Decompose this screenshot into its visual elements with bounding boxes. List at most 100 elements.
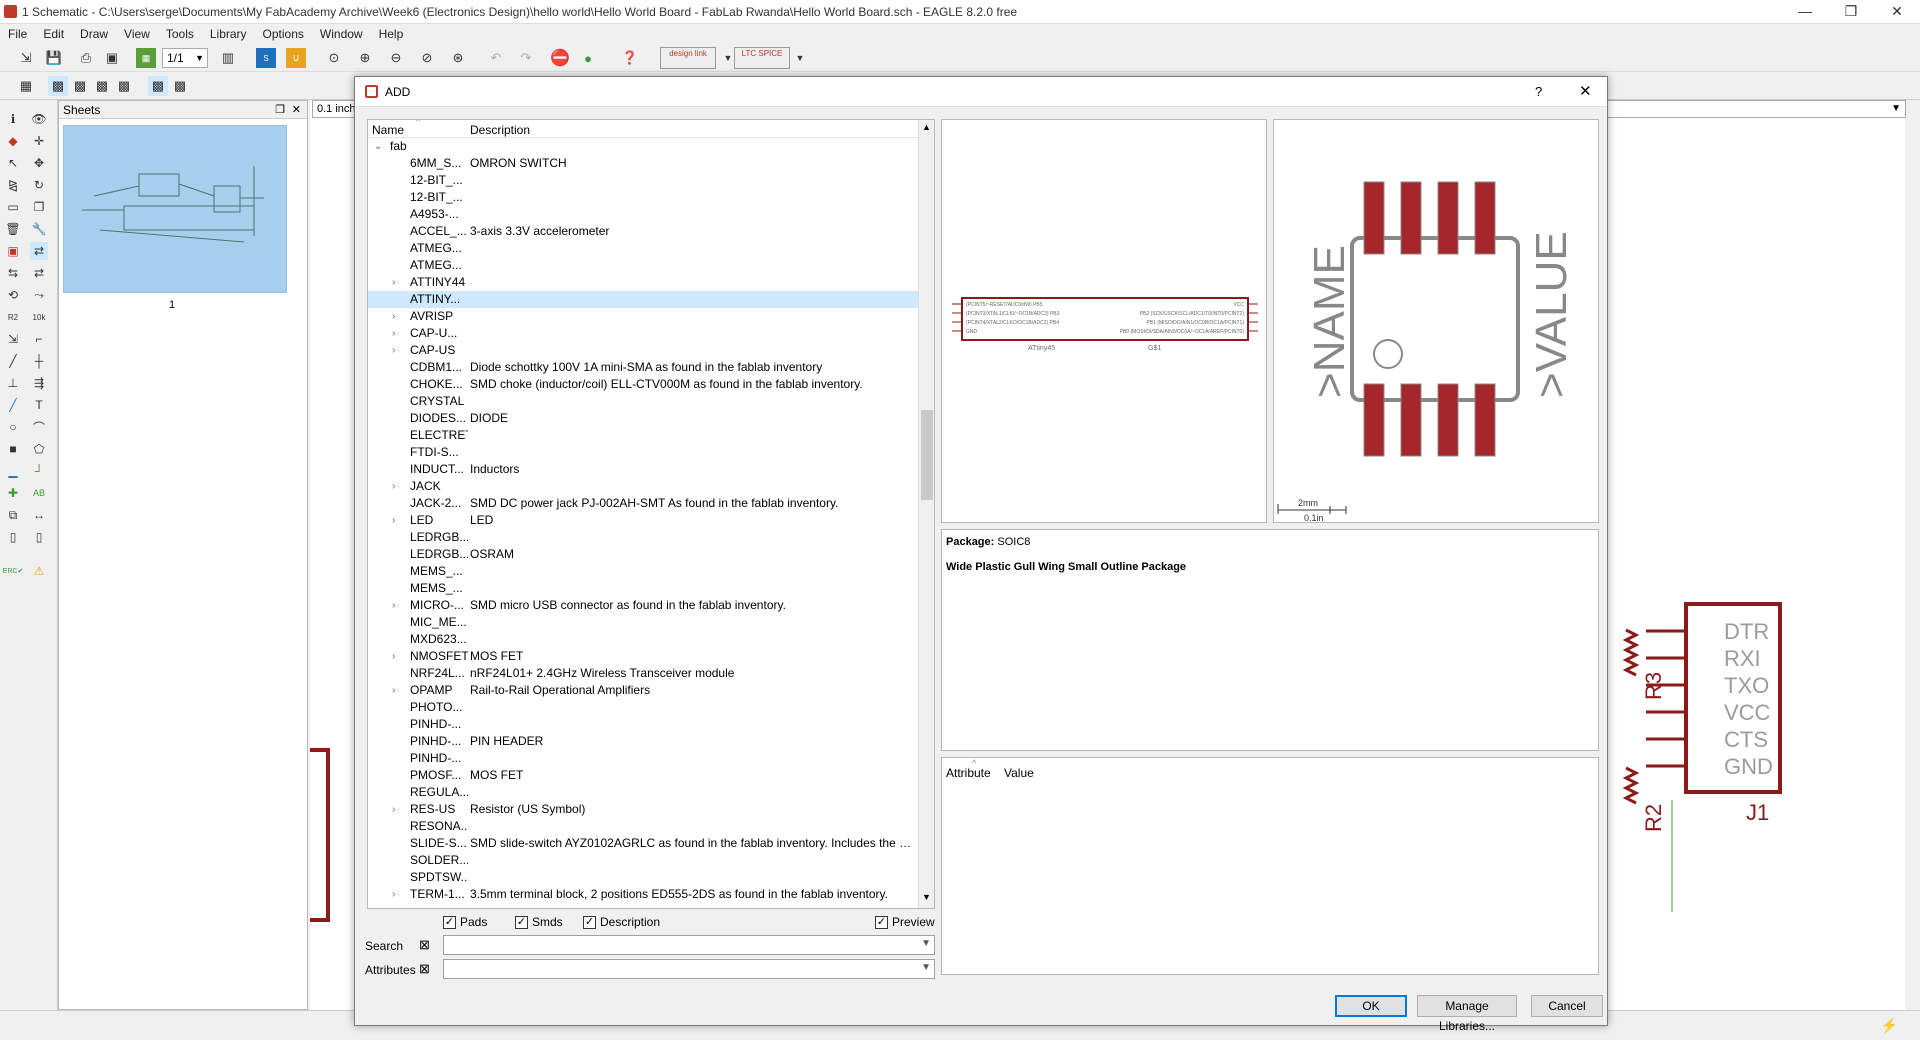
layout-6-icon[interactable]: ▩ xyxy=(170,76,190,96)
col-attribute[interactable]: Attribute xyxy=(946,766,991,780)
layout-4-icon[interactable]: ▩ xyxy=(114,76,134,96)
description-checkbox[interactable]: ✓ Description xyxy=(583,915,660,929)
net-icon[interactable]: ┘ xyxy=(30,462,48,480)
library-row[interactable]: PINHD-... xyxy=(368,716,918,733)
zoom-out-icon[interactable]: ⊖ xyxy=(386,48,406,68)
menu-tools[interactable]: Tools xyxy=(158,27,202,41)
menu-options[interactable]: Options xyxy=(255,27,312,41)
menu-library[interactable]: Library xyxy=(202,27,255,41)
value-icon[interactable]: 10k xyxy=(30,308,48,326)
module-icon[interactable]: ▯ xyxy=(30,528,48,546)
library-row[interactable]: PMOSF... MOS FET xyxy=(368,767,918,784)
ok-button[interactable]: OK xyxy=(1335,995,1407,1017)
library-row[interactable]: › NMOSFET MOS FET xyxy=(368,648,918,665)
sheet-select[interactable]: 1/1 ▼ xyxy=(162,48,208,68)
col-name[interactable]: Name xyxy=(372,123,404,137)
grid-icon[interactable]: ▦ xyxy=(16,76,36,96)
library-row[interactable]: CHOKE... SMD choke (inductor/coil) ELL-CT… xyxy=(368,376,918,393)
bus-icon[interactable]: ▁ xyxy=(4,462,22,480)
wire-icon[interactable]: ╱ xyxy=(4,396,22,414)
library-row[interactable]: INDUCT... Inductors xyxy=(368,461,918,478)
gateswap-icon[interactable]: ⇆ xyxy=(4,264,22,282)
zoom-redraw-icon[interactable]: ⊘ xyxy=(417,48,437,68)
library-row[interactable]: RESONA... xyxy=(368,818,918,835)
library-row[interactable]: CDBM1... Diode schottky 100V 1A mini-SMA … xyxy=(368,359,918,376)
cancel-button[interactable]: Cancel xyxy=(1531,995,1603,1017)
library-row[interactable]: › CAP-U... xyxy=(368,325,918,342)
layout-2-icon[interactable]: ▩ xyxy=(70,76,90,96)
pinswap-icon[interactable]: ⇄ xyxy=(30,264,48,282)
erc-icon[interactable]: ERC✔ xyxy=(3,562,24,580)
library-row[interactable]: REGULA... xyxy=(368,784,918,801)
expand-icon[interactable]: › xyxy=(392,325,395,342)
info-icon[interactable]: ℹ xyxy=(4,110,22,128)
pads-checkbox[interactable]: ✓ Pads xyxy=(443,915,487,929)
close-window-button[interactable]: ✕ xyxy=(1874,0,1920,24)
text-icon[interactable]: T xyxy=(30,396,48,414)
library-row[interactable]: PINHD-... PIN HEADER xyxy=(368,733,918,750)
library-row[interactable]: MEMS_... xyxy=(368,580,918,597)
library-row[interactable]: 12-BIT_... xyxy=(368,172,918,189)
col-description[interactable]: Description xyxy=(470,123,530,137)
name-icon[interactable]: R2 xyxy=(4,308,22,326)
library-row[interactable]: › OPAMP Rail-to-Rail Operational Amplifier… xyxy=(368,682,918,699)
library-row[interactable]: PHOTO... xyxy=(368,699,918,716)
collapse-icon[interactable]: ⌄ xyxy=(374,138,382,155)
arc-icon[interactable]: ⌒ xyxy=(30,418,48,436)
replace-icon[interactable]: ⇄ xyxy=(30,242,48,260)
design-link-button[interactable]: design link xyxy=(660,47,716,69)
smds-checkbox[interactable]: ✓ Smds xyxy=(515,915,563,929)
optimize-icon[interactable]: ┼ xyxy=(30,352,48,370)
zoom-in-icon[interactable]: ⊕ xyxy=(355,48,375,68)
move-icon[interactable]: ↖ xyxy=(4,154,22,172)
undo-icon[interactable]: ↶ xyxy=(486,48,506,68)
library-row[interactable]: › JACK xyxy=(368,478,918,495)
ulp-icon[interactable]: U xyxy=(286,48,306,68)
expand-icon[interactable]: › xyxy=(392,682,395,699)
menu-draw[interactable]: Draw xyxy=(72,27,116,41)
library-row[interactable]: CRYSTAL xyxy=(368,393,918,410)
ratsnest-icon[interactable]: ⇶ xyxy=(30,374,48,392)
library-row[interactable]: A4953-... xyxy=(368,206,918,223)
expand-icon[interactable]: › xyxy=(392,648,395,665)
split-line-icon[interactable]: ╱ xyxy=(4,352,22,370)
redo-icon[interactable]: ↷ xyxy=(516,48,536,68)
go-icon[interactable]: ● xyxy=(578,48,598,68)
polygon-icon[interactable]: ⬠ xyxy=(30,440,48,458)
frame-icon[interactable]: ▯ xyxy=(4,528,22,546)
library-row[interactable]: ATTINY... xyxy=(368,291,918,308)
circle-icon[interactable]: ○ xyxy=(4,418,22,436)
layout-3-icon[interactable]: ▩ xyxy=(92,76,112,96)
search-input[interactable]: ▼ xyxy=(443,935,935,955)
errors-icon[interactable]: ⚠ xyxy=(30,562,48,580)
expand-icon[interactable]: › xyxy=(392,478,395,495)
ltc-spice-dropdown-icon[interactable]: ▼ xyxy=(790,48,810,68)
library-row[interactable]: JACK-2... SMD DC power jack PJ-002AH-SMT … xyxy=(368,495,918,512)
invoke-icon[interactable]: ⟲ xyxy=(4,286,22,304)
label-icon[interactable]: AB xyxy=(30,484,48,502)
library-row[interactable]: PINHD-... xyxy=(368,750,918,767)
miter-icon[interactable]: ⌐ xyxy=(30,330,48,348)
split-icon[interactable]: ⤳ xyxy=(30,286,48,304)
library-row[interactable]: › AVRISP xyxy=(368,308,918,325)
library-row[interactable]: MEMS_... xyxy=(368,563,918,580)
smash-icon[interactable]: ⇲ xyxy=(4,330,22,348)
library-row[interactable]: › ATTINY44 xyxy=(368,274,918,291)
attributes-input[interactable]: ▼ xyxy=(443,959,935,979)
expand-icon[interactable]: › xyxy=(392,308,395,325)
print-icon[interactable]: ⎙ xyxy=(76,48,96,68)
expand-icon[interactable]: › xyxy=(392,512,395,529)
expand-icon[interactable]: › xyxy=(392,886,395,903)
zoom-fit-icon[interactable]: ⊙ xyxy=(324,48,344,68)
scroll-down-icon[interactable]: ▼ xyxy=(922,892,931,902)
menu-window[interactable]: Window xyxy=(312,27,371,41)
add-icon[interactable]: ▣ xyxy=(4,242,22,260)
show-icon[interactable]: 👁 xyxy=(30,110,48,128)
help-icon[interactable]: ❓ xyxy=(620,48,640,68)
scroll-up-icon[interactable]: ▲ xyxy=(922,122,931,132)
sheet-manager-icon[interactable]: ▥ xyxy=(218,48,238,68)
attributes-clear-icon[interactable]: ⊠ xyxy=(419,961,430,977)
stop-icon[interactable]: ⛔ xyxy=(550,48,570,68)
col-value[interactable]: Value xyxy=(1004,766,1034,780)
sheet-thumbnail[interactable] xyxy=(63,125,287,293)
